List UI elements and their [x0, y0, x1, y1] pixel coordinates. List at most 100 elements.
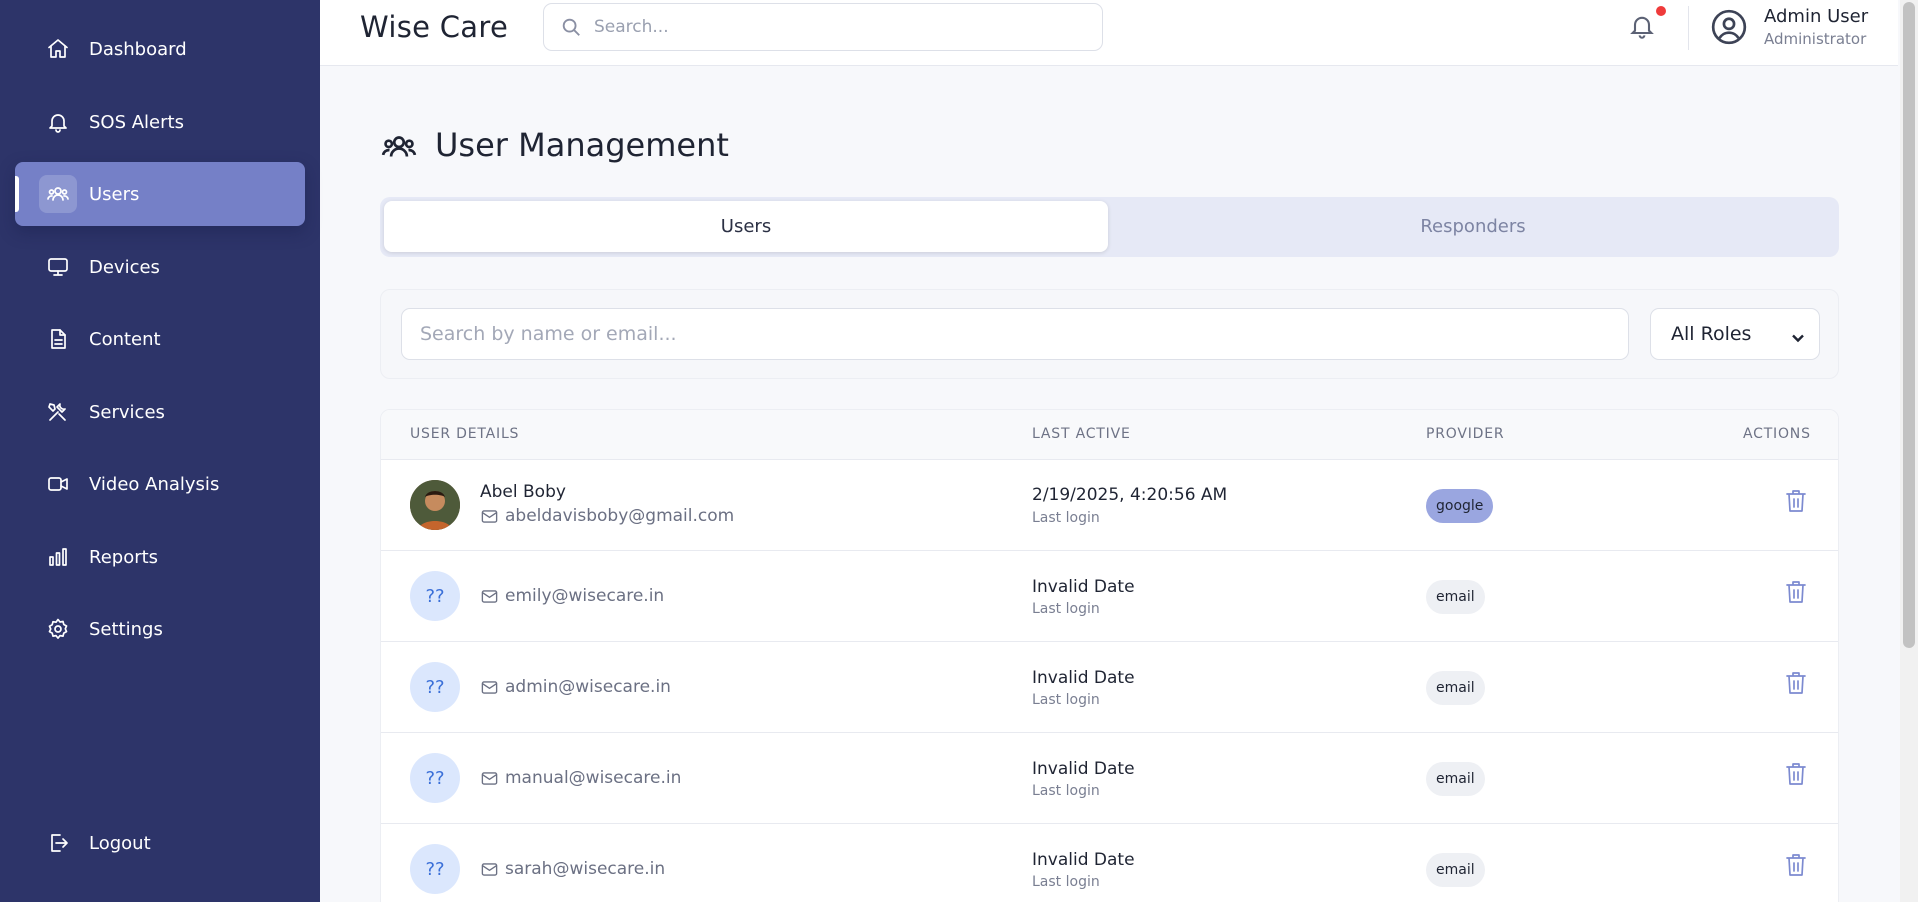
user-email: emily@wisecare.in	[480, 586, 664, 606]
user-circle-icon	[1711, 9, 1747, 45]
mail-icon	[481, 589, 498, 603]
bell-icon	[1630, 16, 1654, 39]
sidebar: Dashboard SOS Alerts Users Devices Conte…	[0, 0, 320, 902]
sidebar-item-video-analysis[interactable]: Video Analysis	[15, 452, 305, 516]
trash-icon	[1786, 672, 1806, 694]
sidebar-item-label: Devices	[89, 256, 160, 278]
search-icon	[562, 18, 580, 36]
provider-badge: email	[1426, 580, 1485, 614]
user-name: Abel Boby	[480, 482, 566, 502]
user-email: sarah@wisecare.in	[480, 859, 665, 879]
table-row: ?? sarah@wisecare.in Invalid Date Last l…	[381, 824, 1838, 902]
last-active-value: Invalid Date	[1032, 668, 1135, 688]
column-header-user-details: USER DETAILS	[410, 426, 520, 442]
table-row: Abel Boby abeldavisboby@gmail.com 2/19/2…	[381, 460, 1838, 551]
role-select[interactable]: All Roles	[1650, 308, 1820, 360]
tools-icon	[39, 393, 77, 431]
trash-icon	[1786, 490, 1806, 512]
sidebar-item-settings[interactable]: Settings	[15, 597, 305, 661]
last-active-label: Last login	[1032, 692, 1100, 708]
avatar: ??	[410, 844, 460, 894]
table-header: USER DETAILS LAST ACTIVE PROVIDER ACTION…	[381, 410, 1838, 460]
user-email: admin@wisecare.in	[480, 677, 671, 697]
sidebar-item-label: Content	[89, 328, 161, 350]
filter-bar: All Roles	[380, 289, 1839, 379]
notification-dot	[1656, 6, 1666, 16]
avatar	[410, 480, 460, 530]
logout-button[interactable]: Logout	[15, 811, 305, 875]
gear-icon	[39, 610, 77, 648]
user-email: manual@wisecare.in	[480, 768, 681, 788]
sidebar-item-dashboard[interactable]: Dashboard	[15, 17, 305, 81]
file-icon	[39, 320, 77, 358]
scrollbar-thumb[interactable]	[1903, 2, 1915, 648]
user-search-input[interactable]	[401, 308, 1629, 360]
delete-user-button[interactable]	[1784, 852, 1810, 880]
bar-chart-icon	[39, 538, 77, 576]
logout-label: Logout	[89, 832, 151, 854]
user-email-text: sarah@wisecare.in	[505, 859, 666, 879]
trash-icon	[1786, 581, 1806, 603]
role-select-value: All Roles	[1671, 323, 1752, 345]
tab-users[interactable]: Users	[384, 201, 1108, 252]
sidebar-item-label: Users	[89, 183, 140, 205]
page-scrollbar[interactable]	[1900, 0, 1918, 902]
provider-badge: email	[1426, 671, 1485, 705]
delete-user-button[interactable]	[1784, 579, 1810, 607]
sidebar-item-label: Video Analysis	[89, 473, 220, 495]
last-active-value: Invalid Date	[1032, 577, 1135, 597]
delete-user-button[interactable]	[1784, 761, 1810, 789]
sidebar-item-label: Settings	[89, 618, 163, 640]
trash-icon	[1786, 763, 1806, 785]
tab-bar: Users Responders	[380, 197, 1839, 257]
logout-icon	[39, 824, 77, 862]
sidebar-item-services[interactable]: Services	[15, 380, 305, 444]
last-active-label: Last login	[1032, 510, 1100, 526]
users-icon	[380, 128, 420, 168]
table-row: ?? admin@wisecare.in Invalid Date Last l…	[381, 642, 1838, 733]
avatar: ??	[410, 571, 460, 621]
table-row: ?? emily@wisecare.in Invalid Date Last l…	[381, 551, 1838, 642]
last-active-label: Last login	[1032, 601, 1100, 617]
last-active-value: Invalid Date	[1032, 759, 1135, 779]
user-avatar-button[interactable]	[1710, 8, 1748, 46]
header-divider	[1688, 6, 1689, 50]
sidebar-item-label: Dashboard	[89, 38, 187, 60]
mail-icon	[481, 771, 498, 785]
last-active-value: 2/19/2025, 4:20:56 AM	[1032, 485, 1228, 505]
last-active-label: Last login	[1032, 874, 1100, 890]
delete-user-button[interactable]	[1784, 670, 1810, 698]
bell-icon	[39, 103, 77, 141]
users-table: USER DETAILS LAST ACTIVE PROVIDER ACTION…	[380, 409, 1839, 902]
table-row: ?? manual@wisecare.in Invalid Date Last …	[381, 733, 1838, 824]
sidebar-item-label: SOS Alerts	[89, 111, 184, 133]
sidebar-item-users[interactable]: Users	[15, 162, 305, 226]
top-header: Wise Care Admin User Administrator	[320, 0, 1898, 66]
sidebar-item-content[interactable]: Content	[15, 307, 305, 371]
sidebar-item-reports[interactable]: Reports	[15, 525, 305, 589]
tab-responders[interactable]: Responders	[1111, 201, 1835, 252]
column-header-actions: ACTIONS	[1743, 426, 1811, 442]
avatar: ??	[410, 753, 460, 803]
mail-icon	[481, 680, 498, 694]
provider-badge: google	[1426, 489, 1494, 523]
global-search-input[interactable]	[594, 17, 1074, 37]
global-search[interactable]	[543, 3, 1103, 51]
page-title: User Management	[435, 126, 729, 164]
user-email: abeldavisboby@gmail.com	[480, 506, 734, 526]
sidebar-item-sos-alerts[interactable]: SOS Alerts	[15, 90, 305, 154]
sidebar-item-devices[interactable]: Devices	[15, 235, 305, 299]
notifications-button[interactable]	[1628, 6, 1666, 42]
delete-user-button[interactable]	[1784, 488, 1810, 516]
provider-badge: email	[1426, 762, 1485, 796]
sidebar-item-label: Services	[89, 401, 165, 423]
user-email-text: emily@wisecare.in	[505, 586, 665, 606]
user-name: Admin User	[1764, 6, 1869, 27]
last-active-value: Invalid Date	[1032, 850, 1135, 870]
user-email-text: abeldavisboby@gmail.com	[505, 506, 735, 526]
user-email-text: manual@wisecare.in	[505, 768, 682, 788]
home-icon	[39, 30, 77, 68]
brand-title: Wise Care	[360, 10, 509, 44]
column-header-provider: PROVIDER	[1426, 426, 1505, 442]
monitor-icon	[39, 248, 77, 286]
